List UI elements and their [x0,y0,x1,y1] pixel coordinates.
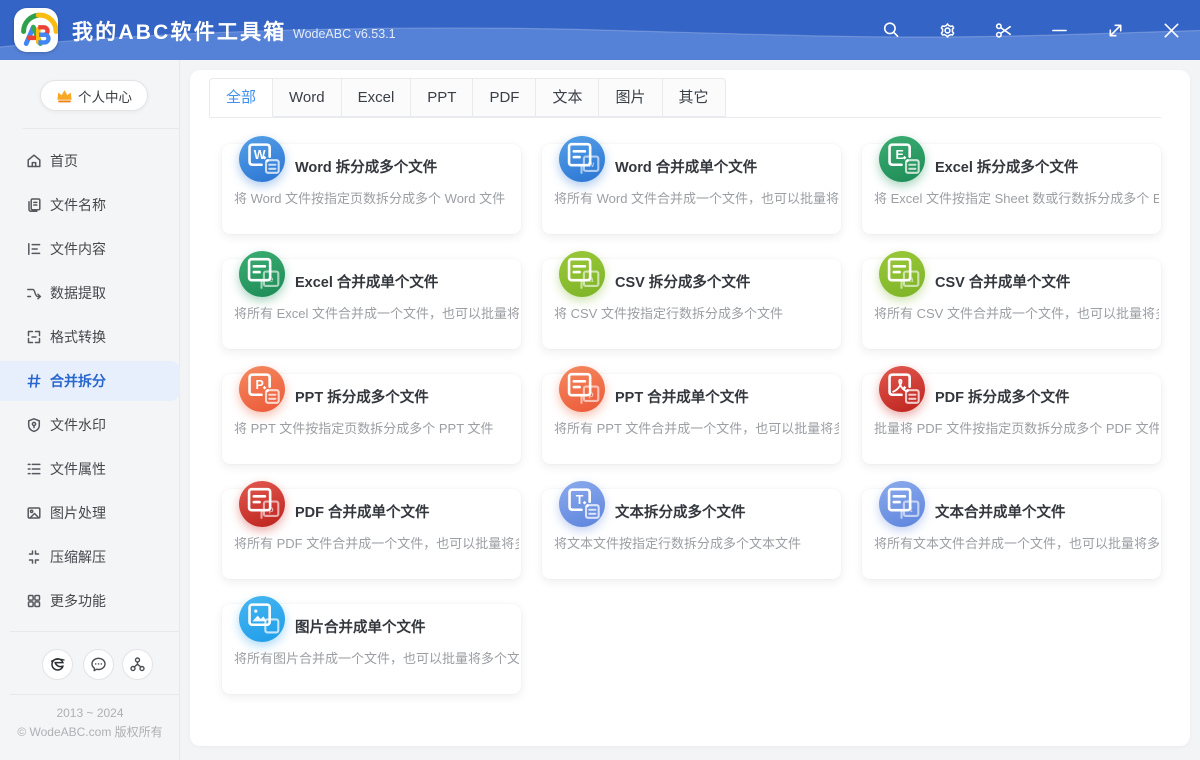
svg-text:E: E [895,148,903,162]
svg-text:W: W [254,148,266,162]
svg-text:T: T [576,493,584,507]
svg-text:P: P [255,378,263,392]
